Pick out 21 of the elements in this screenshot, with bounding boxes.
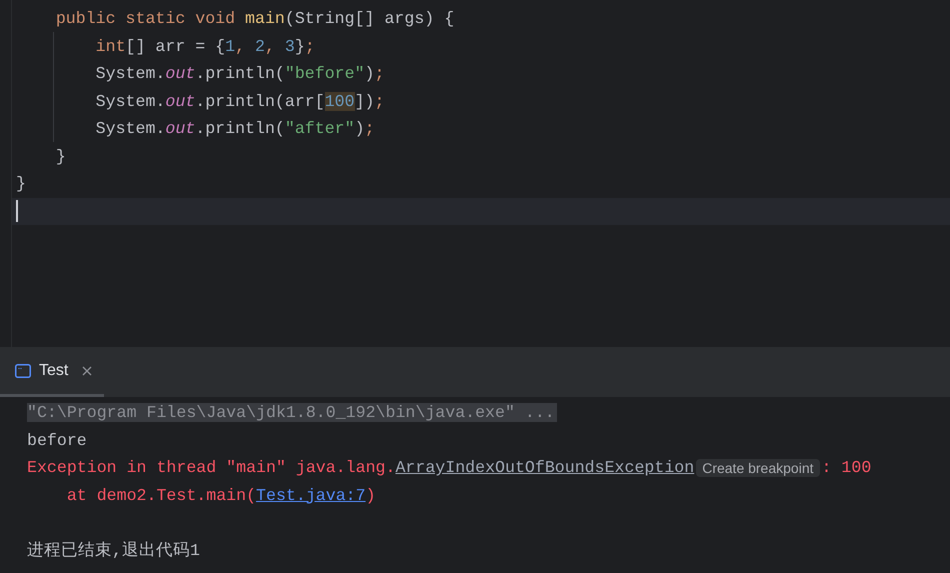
output-text: 进程已结束,退出代码1 <box>27 540 200 562</box>
code-line: } <box>15 173 27 195</box>
text-cursor <box>16 200 18 222</box>
error-text: at demo2.Test.main( <box>66 486 256 505</box>
code-line: System.out.println(arr[100]); <box>94 90 386 112</box>
create-breakpoint-hint[interactable]: Create breakpoint <box>696 458 820 477</box>
error-text: : 100 <box>822 458 872 478</box>
error-text: Exception in thread "main" java.lang. <box>27 458 396 478</box>
output-text: before <box>27 430 87 450</box>
command-line-text: "C:\Program Files\Java\jdk1.8.0_192\bin\java.exe" ... <box>27 403 557 422</box>
console-icon <box>15 362 31 378</box>
code-line: public static void main(String[] args) { <box>54 8 456 30</box>
error-text: ) <box>366 486 376 505</box>
file-link[interactable]: Test.java:7 <box>256 486 366 505</box>
close-icon[interactable] <box>82 366 92 376</box>
class-link[interactable]: ArrayIndexOutOfBoundsException <box>395 458 694 478</box>
code-line: System.out.println("before"); <box>94 63 386 85</box>
code-line: } <box>54 146 67 168</box>
code-line: System.out.println("after"); <box>94 118 376 140</box>
run-tab[interactable]: Test <box>0 347 104 397</box>
code-line: int[] arr = {1, 2, 3}; <box>94 36 316 58</box>
